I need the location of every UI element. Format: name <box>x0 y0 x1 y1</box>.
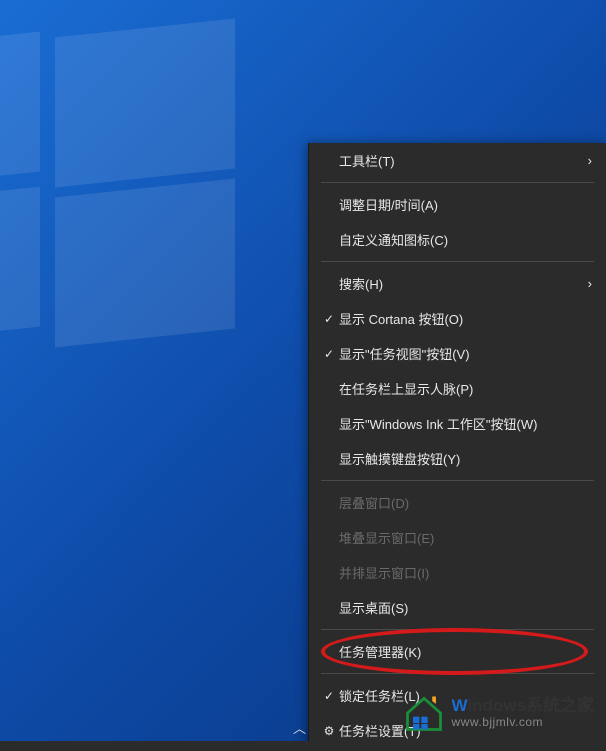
menu-item-label: 搜索(H) <box>339 274 574 293</box>
menu-item-label: 在任务栏上显示人脉(P) <box>339 379 574 398</box>
menu-separator <box>321 261 594 262</box>
menu-separator <box>321 182 594 183</box>
menu-show-desktop[interactable]: 显示桌面(S) <box>309 590 606 625</box>
gear-icon: ⚙ <box>319 724 339 738</box>
menu-show-cortana-button[interactable]: ✓显示 Cortana 按钮(O) <box>309 301 606 336</box>
menu-adjust-datetime[interactable]: 调整日期/时间(A) <box>309 187 606 222</box>
tray-overflow-icon[interactable]: ︿ <box>293 718 306 737</box>
logo-pane <box>0 187 40 344</box>
menu-item-label: 显示触摸键盘按钮(Y) <box>339 449 574 468</box>
menu-item-label: 层叠窗口(D) <box>339 493 574 512</box>
watermark-brand-suffix: 系统之家 <box>526 696 594 715</box>
taskbar-context-menu: 工具栏(T)›调整日期/时间(A)自定义通知图标(C)搜索(H)›✓显示 Cor… <box>308 143 606 751</box>
menu-search[interactable]: 搜索(H)› <box>309 266 606 301</box>
check-icon: ✓ <box>319 347 339 361</box>
watermark-brand-rest: indows <box>467 696 526 715</box>
house-logo-icon <box>402 691 446 735</box>
logo-pane <box>55 179 235 348</box>
menu-show-touch-keyboard[interactable]: 显示触摸键盘按钮(Y) <box>309 441 606 476</box>
chevron-right-icon: › <box>574 153 592 168</box>
menu-show-windows-ink[interactable]: 显示"Windows Ink 工作区"按钮(W) <box>309 406 606 441</box>
menu-stack-windows: 堆叠显示窗口(E) <box>309 520 606 555</box>
menu-item-label: 并排显示窗口(I) <box>339 563 574 582</box>
menu-item-label: 自定义通知图标(C) <box>339 230 574 249</box>
menu-separator <box>321 673 594 674</box>
logo-pane <box>0 32 40 189</box>
menu-task-manager[interactable]: 任务管理器(K) <box>309 634 606 669</box>
menu-show-people[interactable]: 在任务栏上显示人脉(P) <box>309 371 606 406</box>
watermark-title: Windows系统之家 <box>452 697 594 716</box>
check-icon: ✓ <box>319 312 339 326</box>
menu-cascade-windows: 层叠窗口(D) <box>309 485 606 520</box>
menu-item-label: 显示"Windows Ink 工作区"按钮(W) <box>339 414 574 433</box>
menu-item-label: 堆叠显示窗口(E) <box>339 528 574 547</box>
menu-show-taskview-button[interactable]: ✓显示"任务视图"按钮(V) <box>309 336 606 371</box>
menu-item-label: 调整日期/时间(A) <box>339 195 574 214</box>
menu-customize-notification-icons[interactable]: 自定义通知图标(C) <box>309 222 606 257</box>
menu-item-label: 显示"任务视图"按钮(V) <box>339 344 574 363</box>
windows-logo-bg <box>0 20 260 360</box>
menu-item-label: 显示桌面(S) <box>339 598 574 617</box>
watermark: Windows系统之家 www.bjjmlv.com <box>402 691 594 735</box>
menu-item-label: 任务管理器(K) <box>339 642 574 661</box>
watermark-text: Windows系统之家 www.bjjmlv.com <box>452 697 594 729</box>
taskbar[interactable] <box>0 741 606 751</box>
logo-pane <box>55 19 235 188</box>
menu-item-label: 工具栏(T) <box>339 151 574 170</box>
menu-separator <box>321 629 594 630</box>
watermark-url: www.bjjmlv.com <box>452 716 594 729</box>
menu-separator <box>321 480 594 481</box>
watermark-brand-w: W <box>452 696 468 715</box>
menu-item-label: 显示 Cortana 按钮(O) <box>339 309 574 328</box>
menu-toolbars[interactable]: 工具栏(T)› <box>309 143 606 178</box>
menu-side-by-side-windows: 并排显示窗口(I) <box>309 555 606 590</box>
chevron-right-icon: › <box>574 276 592 291</box>
check-icon: ✓ <box>319 689 339 703</box>
